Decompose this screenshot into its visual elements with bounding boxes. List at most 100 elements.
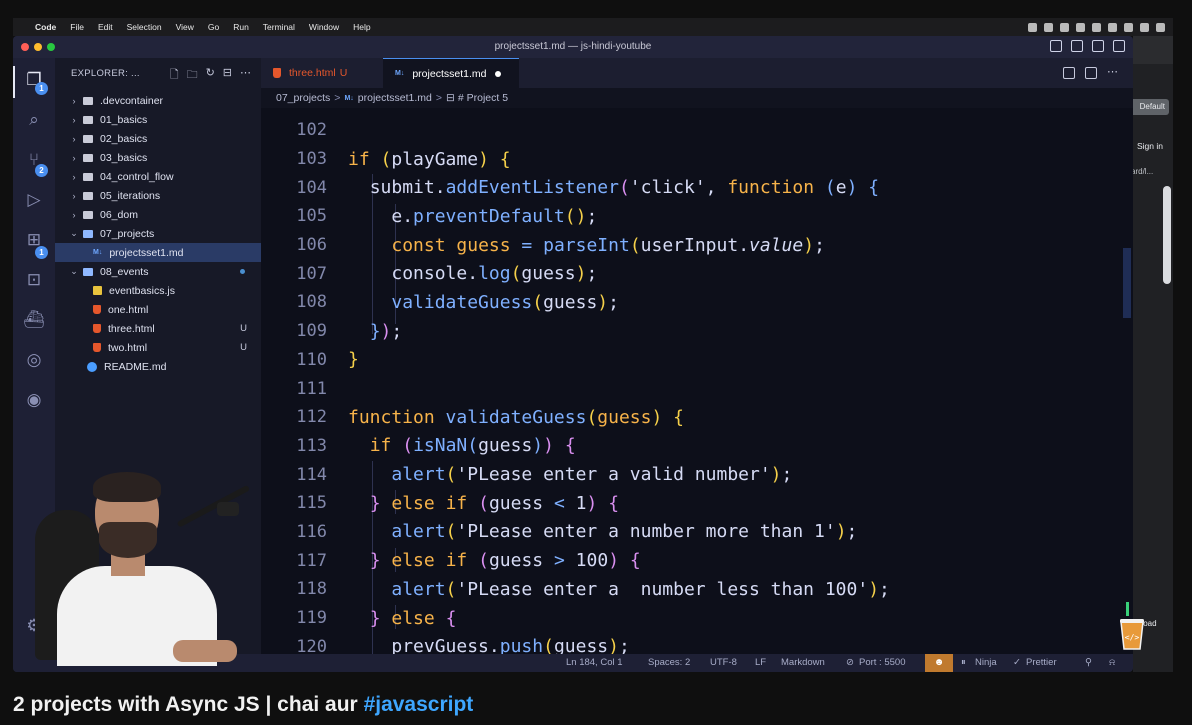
toggle-panel-icon[interactable] (1071, 40, 1083, 52)
tree-item-label: 06_dom (100, 208, 138, 221)
breadcrumb-section[interactable]: # Project 5 (458, 92, 508, 104)
tree-item-08-events[interactable]: ⌄ 08_events (55, 262, 261, 281)
remote-explorer-icon[interactable]: ⊡ (22, 268, 46, 292)
browser-scrollbar[interactable] (1163, 186, 1171, 284)
tree-item-three-html[interactable]: three.html U (55, 319, 261, 338)
tree-item-eventbasics[interactable]: eventbasics.js (55, 281, 261, 300)
wifi-icon[interactable] (1108, 22, 1117, 32)
menu-app-name[interactable]: Code (35, 22, 56, 32)
menu-selection[interactable]: Selection (127, 22, 162, 32)
menu-go[interactable]: Go (208, 22, 219, 32)
extensions-badge: 1 (35, 246, 48, 259)
tree-item-label: 03_basics (100, 151, 148, 164)
app-icon[interactable] (1076, 22, 1085, 32)
menu-file[interactable]: File (70, 22, 84, 32)
clock-icon[interactable] (1156, 22, 1165, 32)
page-url-fragment: ard/l... (1133, 167, 1154, 176)
line-ending[interactable]: LF (755, 657, 766, 668)
line-text: validateGuess(guess); (391, 291, 619, 313)
line-number: 114 (296, 464, 327, 485)
unsaved-dot-icon[interactable] (495, 70, 502, 77)
more-icon[interactable]: ⋯ (240, 66, 251, 85)
github-icon[interactable]: ◎ (22, 348, 46, 372)
line-text: } else if (guess > 100) { (369, 550, 641, 572)
mic-arm (176, 484, 251, 528)
tab-projectsset1[interactable]: M↓ projectsset1.md (383, 58, 519, 88)
run-debug-icon[interactable]: ▷ (22, 188, 46, 212)
prettier-status[interactable]: Prettier (1026, 657, 1057, 668)
control-center-icon[interactable] (1124, 22, 1133, 32)
broadcast-icon: ⊘ (846, 657, 854, 668)
tree-item-06-dom[interactable]: › 06_dom (55, 205, 261, 224)
customize-layout-icon[interactable] (1113, 40, 1125, 52)
tree-item-03-basics[interactable]: › 03_basics (55, 148, 261, 167)
file-tree: › .devcontainer › 01_basics › 02_basics › 03… (55, 91, 261, 376)
ninja-status[interactable]: Ninja (975, 657, 997, 668)
battery-icon[interactable] (1092, 22, 1101, 32)
toggle-sidebar-icon[interactable] (1050, 40, 1062, 52)
tree-item-two-html[interactable]: two.html U (55, 338, 261, 357)
app-icon[interactable] (1044, 22, 1053, 32)
toggle-secondary-sidebar-icon[interactable] (1092, 40, 1104, 52)
menu-window[interactable]: Window (309, 22, 339, 32)
live-server-port[interactable]: Port : 5500 (859, 657, 905, 668)
breadcrumb-folder[interactable]: 07_projects (276, 92, 330, 104)
siri-icon[interactable] (1140, 22, 1149, 32)
sign-in-link[interactable]: Sign in (1137, 141, 1163, 151)
open-preview-icon[interactable] (1063, 67, 1075, 79)
tree-item-one-html[interactable]: one.html (55, 300, 261, 319)
tree-item-02-basics[interactable]: › 02_basics (55, 129, 261, 148)
editor-tabs: three.html U M↓ projectsset1.md ⋯ (261, 58, 1133, 88)
account-icon[interactable]: ⚲ (1085, 657, 1092, 668)
menu-terminal[interactable]: Terminal (263, 22, 295, 32)
indentation[interactable]: Spaces: 2 (648, 657, 690, 668)
tree-item-07-projects[interactable]: ⌄ 07_projects (55, 224, 261, 243)
profile-button[interactable]: Default (1133, 99, 1169, 115)
split-editor-icon[interactable] (1085, 67, 1097, 79)
live-share-icon[interactable]: ◉ (22, 388, 46, 412)
hashtag-link[interactable]: #javascript (364, 693, 474, 716)
line-number: 115 (296, 493, 327, 514)
chevron-down-icon: ⌄ (70, 266, 78, 276)
code-editor[interactable]: 102 103 if (playGame) { 104 submit.addEve… (261, 108, 1133, 654)
line-text: function validateGuess(guess) { (348, 406, 684, 428)
line-number: 103 (296, 149, 327, 170)
copilot-icon[interactable]: ☻ (925, 654, 953, 672)
menu-edit[interactable]: Edit (98, 22, 113, 32)
tree-item-readme[interactable]: README.md (55, 357, 261, 376)
collapse-all-icon[interactable]: ⊟ (223, 66, 232, 85)
tree-item-devcontainer[interactable]: › .devcontainer (55, 91, 261, 110)
cursor-position[interactable]: Ln 184, Col 1 (566, 657, 623, 668)
line-text: } else { (369, 607, 457, 629)
modified-dot (240, 269, 245, 274)
new-folder-icon[interactable]: 🗀 (187, 66, 198, 85)
line-text: if (playGame) { (348, 148, 511, 170)
line-text: alert('PLease enter a valid number'); (391, 464, 793, 486)
menu-run[interactable]: Run (233, 22, 249, 32)
breadcrumb-file[interactable]: projectsset1.md (358, 92, 432, 104)
new-file-icon[interactable]: 🗋 (170, 66, 179, 85)
tab-three-html[interactable]: three.html U (271, 58, 383, 88)
refresh-icon[interactable]: ↻ (206, 66, 215, 85)
language-mode[interactable]: Markdown (781, 657, 825, 668)
app-icon[interactable] (1060, 22, 1069, 32)
search-icon[interactable]: ⌕ (22, 108, 46, 132)
section-icon: ⊟ (446, 92, 455, 104)
tree-item-05-iterations[interactable]: › 05_iterations (55, 186, 261, 205)
folder-icon (83, 172, 93, 181)
encoding[interactable]: UTF-8 (710, 657, 737, 668)
tree-item-label: one.html (108, 303, 149, 316)
more-actions-icon[interactable]: ⋯ (1107, 67, 1119, 79)
ninja-icon: ⏸ (961, 657, 966, 668)
notifications-icon[interactable]: ⍾ (1109, 657, 1115, 668)
tree-item-04-control-flow[interactable]: › 04_control_flow (55, 167, 261, 186)
tree-item-label: .devcontainer (100, 94, 164, 107)
docker-icon[interactable]: ⛴ (22, 308, 46, 332)
mac-menu-bar: Code File Edit Selection View Go Run Ter… (13, 18, 1173, 36)
tree-item-01-basics[interactable]: › 01_basics (55, 110, 261, 129)
tab-label: projectsset1.md (412, 67, 487, 80)
menu-view[interactable]: View (176, 22, 194, 32)
record-icon[interactable] (1028, 22, 1037, 32)
menu-help[interactable]: Help (353, 22, 370, 32)
tree-item-projectsset1[interactable]: M↓ projectsset1.md (55, 243, 261, 262)
